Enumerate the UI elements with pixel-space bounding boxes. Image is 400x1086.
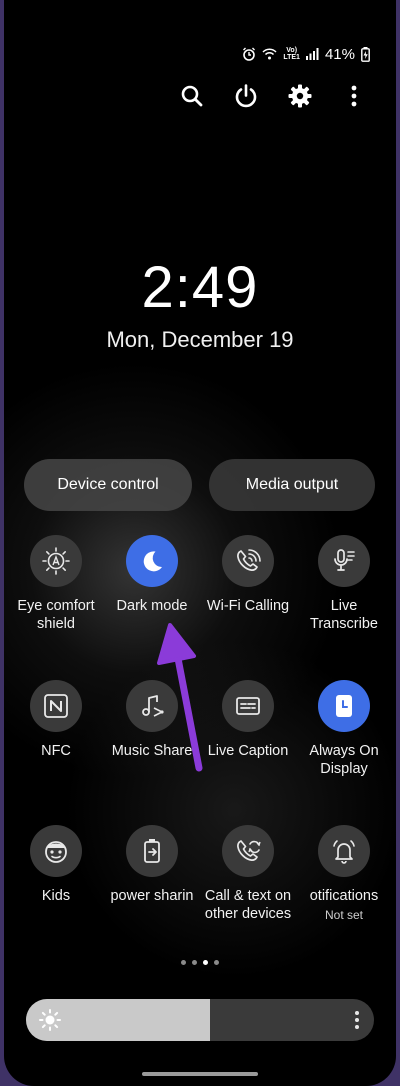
tile-live-transcribe-toggle[interactable] xyxy=(318,535,370,587)
tile-label-line-1: Always On xyxy=(309,743,379,759)
brightness-slider[interactable] xyxy=(26,999,374,1041)
page-dot[interactable] xyxy=(203,960,208,965)
tile-notifications-toggle[interactable] xyxy=(318,825,370,877)
kids-icon xyxy=(45,841,67,863)
page-dot[interactable] xyxy=(181,960,186,965)
tile-kids[interactable]: Kids xyxy=(8,825,104,905)
tile-label-line-1: Eye comfort xyxy=(17,598,95,614)
alarm-icon xyxy=(242,47,256,61)
tile-call-text-other-devices[interactable]: Call & text on other devices xyxy=(200,825,296,923)
device-control-button[interactable]: Device control xyxy=(24,459,192,511)
tile-nfc-toggle[interactable] xyxy=(30,680,82,732)
music-share-icon xyxy=(142,695,164,717)
tile-label: Eye comfort shield xyxy=(8,597,104,633)
settings-button[interactable] xyxy=(286,80,314,112)
tile-always-on-display-toggle[interactable] xyxy=(318,680,370,732)
tile-label-line-1: Call & text on xyxy=(204,888,292,904)
power-sharing-icon xyxy=(144,839,160,863)
tile-label: Live Transcribe xyxy=(296,597,392,633)
network-label-top: Vo) xyxy=(286,47,298,54)
tile-kids-toggle[interactable] xyxy=(30,825,82,877)
tile-label-line-2: other devices xyxy=(204,906,292,922)
nfc-icon xyxy=(44,694,68,718)
home-indicator xyxy=(142,1072,258,1076)
clock-date: Mon, December 19 xyxy=(106,327,294,352)
search-icon xyxy=(181,85,203,107)
brightness-options-button[interactable] xyxy=(354,1009,360,1036)
tile-sublabel: Not set xyxy=(324,908,363,922)
tile-call-text-other-devices-toggle[interactable] xyxy=(222,825,274,877)
tile-label: Kids xyxy=(41,888,71,904)
wifi-icon xyxy=(262,48,277,60)
battery-percent: 41% xyxy=(324,45,355,63)
tile-label: power sharin xyxy=(110,888,194,904)
tile-label-line-2: shield xyxy=(37,616,75,632)
power-button[interactable] xyxy=(232,80,260,112)
network-label-bottom: LTE1 xyxy=(283,54,300,61)
tile-eye-comfort-shield[interactable]: Eye comfort shield xyxy=(8,535,104,633)
tile-nfc[interactable]: NFC xyxy=(8,680,104,760)
more-vertical-icon xyxy=(355,1011,359,1029)
tile-power-sharing[interactable]: power sharin xyxy=(104,825,200,905)
tile-label: Call & text on other devices xyxy=(200,887,296,923)
tile-power-sharing-toggle[interactable] xyxy=(126,825,178,877)
tile-wifi-calling-toggle[interactable] xyxy=(222,535,274,587)
tile-notifications[interactable]: otifications Not set xyxy=(296,825,392,922)
tile-label: Wi-Fi Calling xyxy=(206,598,290,614)
live-transcribe-icon xyxy=(334,549,355,571)
tile-dark-mode[interactable]: Dark mode xyxy=(104,535,200,615)
more-vertical-icon xyxy=(351,85,357,107)
page-indicator xyxy=(4,960,396,965)
network-type-label: Vo) LTE1 xyxy=(283,47,300,61)
tile-dark-mode-toggle[interactable] xyxy=(126,535,178,587)
tile-wifi-calling[interactable]: Wi-Fi Calling xyxy=(200,535,296,615)
tile-label-line-2: Display xyxy=(320,761,368,777)
signal-icon xyxy=(305,48,319,60)
tile-label: Always On Display xyxy=(296,742,392,778)
status-bar: Vo) LTE1 41% xyxy=(242,44,370,64)
live-caption-icon xyxy=(236,697,260,715)
search-button[interactable] xyxy=(178,80,206,112)
gear-icon xyxy=(288,84,312,108)
tile-label-line-2: Transcribe xyxy=(310,616,378,632)
tile-always-on-display[interactable]: Always On Display xyxy=(296,680,392,778)
clock-time: 2:49 xyxy=(141,255,259,320)
tile-live-caption[interactable]: Live Caption xyxy=(200,680,296,760)
moon-icon xyxy=(143,551,162,572)
more-options-button[interactable] xyxy=(340,80,368,112)
tile-live-caption-toggle[interactable] xyxy=(222,680,274,732)
tile-label: Music Share xyxy=(111,743,193,759)
sun-icon xyxy=(38,1008,62,1037)
call-text-icon xyxy=(237,840,261,861)
battery-charging-icon xyxy=(361,46,370,62)
notifications-icon xyxy=(333,840,355,864)
tile-label: NFC xyxy=(41,743,71,759)
page-dot[interactable] xyxy=(192,960,197,965)
media-output-button[interactable]: Media output xyxy=(209,459,375,511)
tile-music-share-toggle[interactable] xyxy=(126,680,178,732)
wifi-calling-icon xyxy=(237,549,261,571)
tile-label: Dark mode xyxy=(116,598,188,614)
page-dot[interactable] xyxy=(214,960,219,965)
tile-label: otifications xyxy=(309,888,379,904)
power-icon xyxy=(235,84,257,108)
tile-label-line-1: Live xyxy=(330,598,358,614)
eye-comfort-icon xyxy=(42,547,70,575)
tile-eye-comfort-shield-toggle[interactable] xyxy=(30,535,82,587)
tile-live-transcribe[interactable]: Live Transcribe xyxy=(296,535,392,633)
clock-icon xyxy=(336,695,352,717)
quick-panel: Vo) LTE1 41% 2:49 Mon, December 19 Devic… xyxy=(4,0,396,1086)
tile-music-share[interactable]: Music Share xyxy=(104,680,200,760)
quick-panel-actions xyxy=(178,80,368,112)
tile-label: Live Caption xyxy=(207,743,289,759)
